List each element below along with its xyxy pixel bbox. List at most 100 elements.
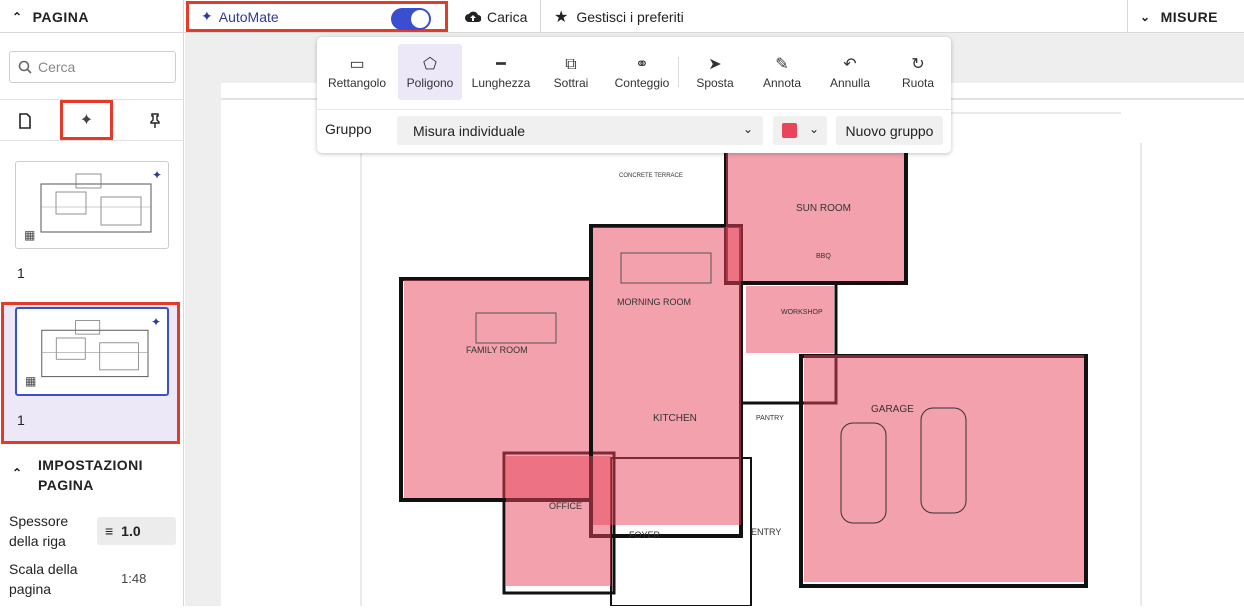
automate-switch[interactable] bbox=[391, 8, 431, 30]
tool-ruota[interactable]: ↻ Ruota bbox=[891, 44, 945, 100]
impostazioni-title-2: PAGINA bbox=[38, 477, 94, 493]
chevron-down-icon: ⌄ bbox=[1140, 9, 1151, 24]
tool-rettangolo[interactable]: ▭ Rettangolo bbox=[325, 44, 389, 100]
scala-value: 1:48 bbox=[121, 571, 147, 586]
page-thumbnail-selected[interactable]: ✦ ▦ bbox=[15, 307, 169, 396]
tool-lunghezza[interactable]: ━ Lunghezza bbox=[468, 44, 534, 100]
plan-note: CONCRETE TERRACE bbox=[619, 173, 683, 179]
line-thickness-selector[interactable]: ≡ 1.0 bbox=[97, 517, 176, 545]
room-label: MORNING ROOM bbox=[617, 297, 691, 307]
cursor-icon: ➤ bbox=[708, 56, 722, 73]
measure-toolbar: ▭ Rettangolo ⬠ Poligono ━ Lunghezza ⧉ So… bbox=[317, 37, 951, 153]
impostazioni-pagina-header[interactable]: ⌃ IMPOSTAZIONI PAGINA bbox=[0, 451, 184, 499]
tool-label: Rettangolo bbox=[327, 76, 387, 90]
page-thumbnail[interactable]: ✦ ▦ bbox=[15, 161, 169, 249]
color-select[interactable]: ⌄ bbox=[773, 116, 827, 145]
pin-icon bbox=[150, 113, 160, 128]
plan-sheet: SUN ROOM FAMILY ROOM MORNING ROOM KITCHE… bbox=[221, 83, 1244, 607]
rotate-icon: ↻ bbox=[911, 56, 925, 73]
impostazioni-title-1: IMPOSTAZIONI bbox=[38, 457, 143, 473]
nuovo-gruppo-button[interactable]: Nuovo gruppo bbox=[836, 116, 943, 145]
tool-label: Sposta bbox=[696, 76, 734, 90]
room-label: GARAGE bbox=[871, 404, 914, 415]
cloud-upload-icon bbox=[465, 11, 481, 22]
preferiti-label: Gestisci i preferiti bbox=[576, 8, 684, 25]
sparkle-icon: ✦ bbox=[150, 315, 161, 329]
polygon-icon: ⬠ bbox=[423, 56, 437, 73]
automate-toggle-area[interactable]: ✦ AutoMate bbox=[186, 1, 448, 32]
spessore-label-1: Spessore bbox=[9, 513, 69, 529]
search-input[interactable]: Cerca bbox=[9, 51, 176, 83]
gestisci-preferiti-button[interactable]: ★ Gestisci i preferiti bbox=[542, 0, 684, 33]
chevron-down-icon: ⌄ bbox=[808, 122, 819, 136]
tab-pages[interactable] bbox=[10, 100, 40, 142]
tool-conteggio[interactable]: ⚭ Conteggio bbox=[609, 44, 675, 100]
spessore-label-2: della riga bbox=[9, 533, 66, 549]
star-icon: ★ bbox=[554, 8, 569, 26]
carica-label: Carica bbox=[487, 8, 528, 25]
sidebar-tabs: ✦ bbox=[0, 99, 184, 141]
undo-icon: ↶ bbox=[843, 56, 857, 73]
color-swatch bbox=[782, 123, 797, 138]
tool-label: Conteggio bbox=[614, 76, 670, 90]
room-label: BBQ bbox=[816, 253, 831, 260]
tool-sottrai[interactable]: ⧉ Sottrai bbox=[543, 44, 599, 100]
count-icon: ⚭ bbox=[635, 56, 649, 73]
misure-label: MISURE bbox=[1160, 8, 1219, 25]
floorplan-thumbnail bbox=[41, 320, 149, 378]
gruppo-select[interactable]: Misura individuale ⌄ bbox=[397, 116, 763, 145]
tab-pinned[interactable] bbox=[140, 100, 170, 142]
page-number: 1 bbox=[17, 412, 25, 428]
subtract-icon: ⧉ bbox=[565, 56, 577, 73]
tool-label: Annota bbox=[762, 76, 802, 90]
automate-label: AutoMate bbox=[218, 8, 279, 25]
sparkle-icon: ✦ bbox=[201, 8, 213, 24]
scala-label-1: Scala della bbox=[9, 561, 78, 577]
search-icon bbox=[18, 60, 32, 74]
room-label: FAMILY ROOM bbox=[466, 345, 528, 355]
tool-label: Sottrai bbox=[553, 76, 589, 90]
pages-sidebar: Cerca ✦ ✦ ▦ 1 ✦ ▦ 1 ⌃ IMPOSTAZIONI PAGIN… bbox=[0, 33, 184, 606]
grid-icon: ▦ bbox=[24, 228, 36, 242]
chevron-up-icon: ⌃ bbox=[12, 466, 23, 480]
tool-label: Ruota bbox=[901, 76, 935, 90]
spessore-value: 1.0 bbox=[121, 523, 141, 539]
room-label: KITCHEN bbox=[653, 413, 697, 424]
toolbar-divider bbox=[317, 109, 951, 110]
pagina-label: PAGINA bbox=[32, 8, 89, 25]
grid-icon: ▦ bbox=[25, 374, 37, 388]
tool-label: Poligono bbox=[406, 76, 454, 90]
toolbar-separator bbox=[678, 57, 679, 87]
floorplan-thumbnail bbox=[40, 173, 152, 233]
sparkle-icon: ✦ bbox=[151, 168, 162, 182]
room-label: ENTRY bbox=[751, 527, 781, 537]
room-label: WORKSHOP bbox=[781, 309, 823, 316]
floor-plan: SUN ROOM FAMILY ROOM MORNING ROOM KITCHE… bbox=[221, 98, 1244, 607]
scala-label-2: pagina bbox=[9, 581, 52, 597]
tab-automate[interactable]: ✦ bbox=[60, 100, 113, 140]
room-label: OFFICE bbox=[549, 501, 582, 511]
tool-annota[interactable]: ✎ Annota bbox=[755, 44, 809, 100]
room-label: PANTRY bbox=[756, 415, 784, 422]
lines-icon: ≡ bbox=[105, 523, 114, 539]
room-label: SUN ROOM bbox=[796, 203, 851, 214]
tool-annulla[interactable]: ↶ Annulla bbox=[823, 44, 877, 100]
chevron-down-icon: ⌄ bbox=[742, 122, 753, 136]
gruppo-value: Misura individuale bbox=[413, 122, 526, 139]
pagina-panel-header[interactable]: ⌃ PAGINA bbox=[0, 0, 184, 33]
ruler-icon: ━ bbox=[496, 56, 506, 73]
tool-poligono[interactable]: ⬠ Poligono bbox=[398, 44, 462, 100]
misure-panel-header[interactable]: ⌄ MISURE bbox=[1127, 0, 1244, 33]
tool-label: Lunghezza bbox=[471, 76, 531, 90]
top-bar: ⌃ PAGINA ✦ AutoMate Carica ★ Gestisci i … bbox=[0, 0, 1244, 33]
tool-sposta[interactable]: ➤ Sposta bbox=[688, 44, 742, 100]
nuovo-gruppo-label: Nuovo gruppo bbox=[845, 122, 934, 139]
switch-knob bbox=[411, 10, 429, 28]
page-number: 1 bbox=[17, 265, 25, 281]
page-icon bbox=[19, 113, 31, 129]
tool-label: Annulla bbox=[829, 76, 871, 90]
carica-button[interactable]: Carica bbox=[453, 0, 541, 33]
rectangle-icon: ▭ bbox=[349, 56, 365, 73]
pen-icon: ✎ bbox=[775, 56, 789, 73]
gruppo-label: Gruppo bbox=[325, 121, 372, 137]
